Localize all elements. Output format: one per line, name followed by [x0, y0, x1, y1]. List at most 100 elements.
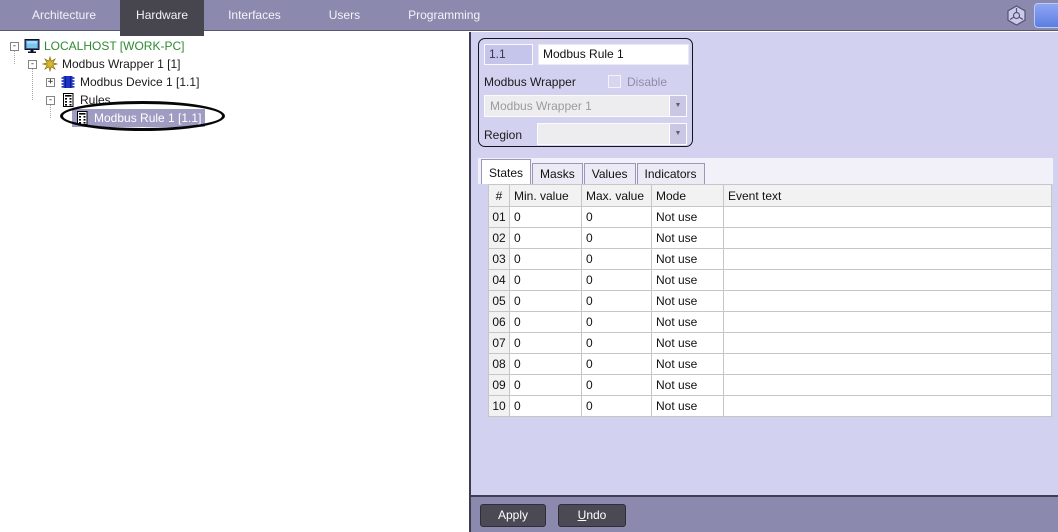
tree-selection-highlight: Modbus Rule 1 [1.1] — [72, 109, 205, 127]
column-header: Min. value — [510, 185, 582, 207]
min-value-cell[interactable]: 0 — [510, 375, 582, 396]
tree-item-modbus-rule[interactable]: Modbus Rule 1 [1.1] — [72, 109, 205, 127]
mode-cell[interactable]: Not use — [652, 312, 724, 333]
max-value-cell[interactable]: 0 — [582, 375, 652, 396]
min-value-cell[interactable]: 0 — [510, 333, 582, 354]
top-nav-bar: Architecture Hardware Interfaces Users P… — [0, 0, 1058, 31]
event-text-cell[interactable] — [724, 333, 1052, 354]
collapse-expander-icon[interactable]: - — [46, 96, 55, 105]
corner-button[interactable] — [1034, 3, 1058, 28]
mode-cell[interactable]: Not use — [652, 207, 724, 228]
max-value-cell[interactable]: 0 — [582, 333, 652, 354]
event-text-cell[interactable] — [724, 270, 1052, 291]
mode-cell[interactable]: Not use — [652, 396, 724, 417]
row-number-cell: 07 — [489, 333, 510, 354]
mode-cell[interactable]: Not use — [652, 270, 724, 291]
min-value-cell[interactable]: 0 — [510, 396, 582, 417]
max-value-cell[interactable]: 0 — [582, 291, 652, 312]
region-select[interactable]: ▼ — [537, 123, 687, 145]
min-value-cell[interactable]: 0 — [510, 228, 582, 249]
min-value-cell[interactable]: 0 — [510, 249, 582, 270]
table-row: 02 0 0 Not use — [489, 228, 1052, 249]
nav-tab-programming[interactable]: Programming — [384, 0, 504, 30]
mode-cell[interactable]: Not use — [652, 333, 724, 354]
tree-item-localhost[interactable]: - LOCALHOST [WORK-PC] — [10, 37, 184, 55]
tab-indicators[interactable]: Indicators — [637, 163, 705, 184]
settings-gear-icon[interactable] — [1006, 5, 1027, 26]
tree-item-label: Modbus Wrapper 1 [1] — [62, 57, 181, 71]
nav-tab-interfaces[interactable]: Interfaces — [204, 0, 305, 30]
max-value-cell[interactable]: 0 — [582, 396, 652, 417]
table-row: 09 0 0 Not use — [489, 375, 1052, 396]
monitor-icon — [24, 38, 40, 54]
chip-icon — [60, 74, 76, 90]
row-number-cell: 08 — [489, 354, 510, 375]
row-number-cell: 03 — [489, 249, 510, 270]
tree-item-rules[interactable]: - Rules — [46, 91, 111, 109]
min-value-cell[interactable]: 0 — [510, 354, 582, 375]
event-text-cell[interactable] — [724, 375, 1052, 396]
table-row: 06 0 0 Not use — [489, 312, 1052, 333]
object-id-field[interactable]: 1.1 — [484, 44, 533, 65]
event-text-cell[interactable] — [724, 396, 1052, 417]
tab-masks[interactable]: Masks — [532, 163, 583, 184]
min-value-cell[interactable]: 0 — [510, 291, 582, 312]
mode-cell[interactable]: Not use — [652, 249, 724, 270]
nav-tab-hardware[interactable]: Hardware — [120, 0, 204, 36]
mode-cell[interactable]: Not use — [652, 291, 724, 312]
tab-states[interactable]: States — [481, 159, 531, 184]
tree-item-label: Modbus Rule 1 [1.1] — [94, 111, 201, 125]
mode-cell[interactable]: Not use — [652, 354, 724, 375]
event-text-cell[interactable] — [724, 291, 1052, 312]
column-header: Max. value — [582, 185, 652, 207]
chevron-down-icon[interactable]: ▼ — [669, 124, 686, 144]
min-value-cell[interactable]: 0 — [510, 270, 582, 291]
table-row: 01 0 0 Not use — [489, 207, 1052, 228]
max-value-cell[interactable]: 0 — [582, 354, 652, 375]
mode-cell[interactable]: Not use — [652, 375, 724, 396]
undo-button[interactable]: Undo — [558, 504, 626, 527]
tree-item-modbus-device[interactable]: + Modbus Device 1 [1.1] — [46, 73, 199, 91]
tab-values[interactable]: Values — [584, 163, 636, 184]
row-number-cell: 09 — [489, 375, 510, 396]
event-text-cell[interactable] — [724, 354, 1052, 375]
object-name-field[interactable]: Modbus Rule 1 — [538, 44, 689, 65]
event-text-cell[interactable] — [724, 207, 1052, 228]
modbus-wrapper-select[interactable]: Modbus Wrapper 1 ▼ — [484, 95, 687, 117]
apply-button[interactable]: Apply — [480, 504, 546, 527]
footer-bar: Apply Undo — [471, 495, 1058, 532]
chevron-down-icon[interactable]: ▼ — [669, 96, 686, 116]
max-value-cell[interactable]: 0 — [582, 249, 652, 270]
tree-item-modbus-wrapper[interactable]: - Modbus Wrapper 1 [1] — [28, 55, 181, 73]
mode-cell[interactable]: Not use — [652, 228, 724, 249]
expand-expander-icon[interactable]: + — [46, 78, 55, 87]
min-value-cell[interactable]: 0 — [510, 312, 582, 333]
tree-item-label: Modbus Device 1 [1.1] — [80, 75, 199, 89]
nav-tab-architecture[interactable]: Architecture — [8, 0, 120, 30]
row-number-cell: 02 — [489, 228, 510, 249]
star-icon — [42, 56, 58, 72]
table-row: 07 0 0 Not use — [489, 333, 1052, 354]
min-value-cell[interactable]: 0 — [510, 207, 582, 228]
row-number-cell: 04 — [489, 270, 510, 291]
collapse-expander-icon[interactable]: - — [10, 42, 19, 51]
max-value-cell[interactable]: 0 — [582, 270, 652, 291]
event-text-cell[interactable] — [724, 312, 1052, 333]
table-doc-icon — [60, 92, 76, 108]
table-row: 03 0 0 Not use — [489, 249, 1052, 270]
table-row: 08 0 0 Not use — [489, 354, 1052, 375]
tab-strip: States Masks Values Indicators — [481, 159, 706, 184]
hardware-tree-panel: - LOCALHOST [WORK-PC] - Modbus Wrapper 1… — [0, 32, 469, 532]
modbus-wrapper-select-value: Modbus Wrapper 1 — [490, 99, 592, 113]
row-number-cell: 10 — [489, 396, 510, 417]
collapse-expander-icon[interactable]: - — [28, 60, 37, 69]
column-header: # — [489, 185, 510, 207]
event-text-cell[interactable] — [724, 249, 1052, 270]
disable-checkbox[interactable] — [608, 75, 621, 88]
max-value-cell[interactable]: 0 — [582, 312, 652, 333]
max-value-cell[interactable]: 0 — [582, 207, 652, 228]
event-text-cell[interactable] — [724, 228, 1052, 249]
object-form-card: 1.1 Modbus Rule 1 Modbus Wrapper Disable… — [478, 38, 693, 147]
max-value-cell[interactable]: 0 — [582, 228, 652, 249]
nav-tab-users[interactable]: Users — [305, 0, 384, 30]
